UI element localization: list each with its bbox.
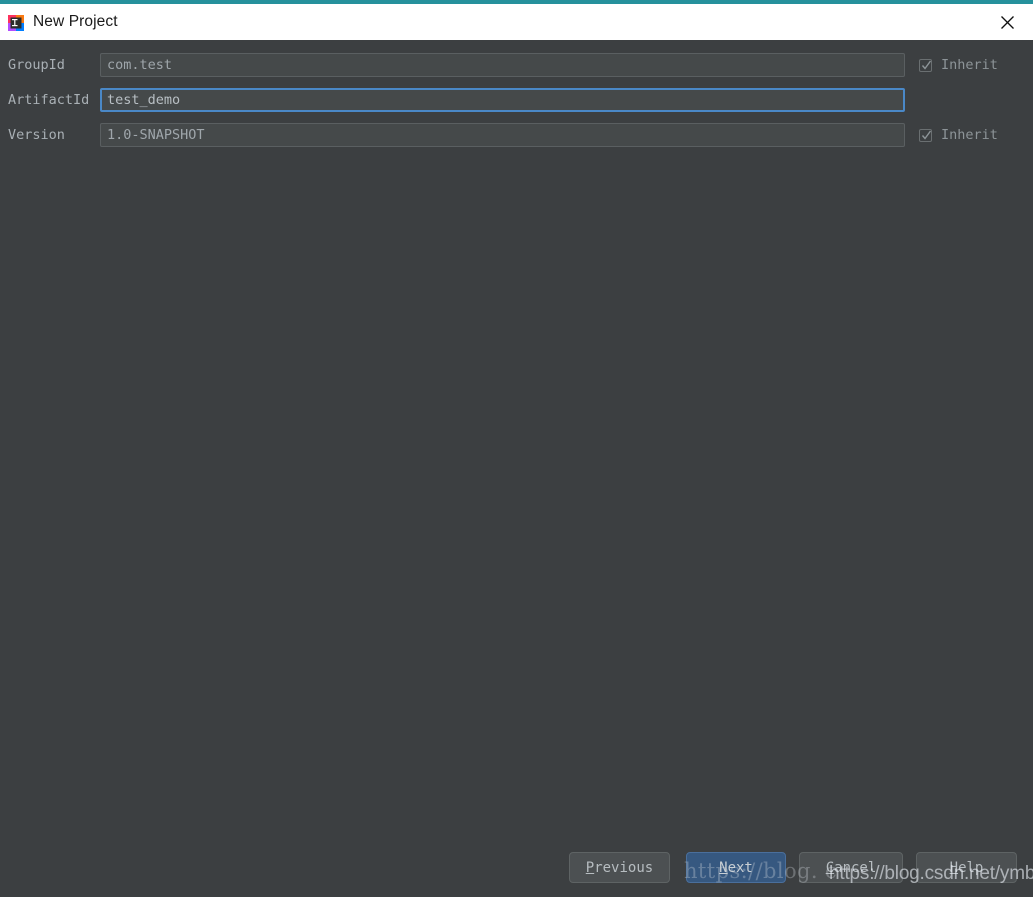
groupid-inherit-label: Inherit [941, 57, 998, 73]
cancel-button[interactable]: Cancel [799, 852, 903, 883]
cancel-button-label: ancel [834, 859, 877, 876]
intellij-idea-icon [8, 15, 24, 31]
cancel-button-mnemonic: C [825, 859, 835, 876]
form-row-groupid: GroupId Inherit [0, 53, 1033, 77]
form-row-version: Version Inherit [0, 123, 1033, 147]
version-label: Version [8, 127, 65, 143]
help-button[interactable]: Help [916, 852, 1017, 883]
groupid-inherit-checkbox[interactable]: Inherit [919, 57, 998, 73]
close-icon[interactable] [989, 4, 1025, 40]
new-project-dialog: New Project GroupId Inherit [0, 0, 1033, 897]
version-inherit-checkbox[interactable]: Inherit [919, 127, 998, 143]
help-button-label: elp [958, 859, 984, 876]
artifactid-label: ArtifactId [8, 92, 90, 108]
checkbox-icon [919, 58, 932, 72]
previous-button[interactable]: Previous [569, 852, 670, 883]
artifactid-input[interactable] [100, 88, 905, 112]
title-bar: New Project [0, 4, 1033, 40]
groupid-label: GroupId [8, 57, 65, 73]
version-inherit-label: Inherit [941, 127, 998, 143]
dialog-content: GroupId Inherit ArtifactId Version [0, 40, 1033, 897]
next-button[interactable]: Next [686, 852, 786, 883]
form-row-artifactid: ArtifactId [0, 88, 1033, 112]
dialog-footer: Previous Next Cancel Help [0, 839, 1033, 897]
help-button-mnemonic: H [949, 859, 959, 876]
checkbox-icon [919, 128, 932, 142]
next-button-label: ext [727, 859, 753, 876]
previous-button-mnemonic: P [585, 859, 595, 876]
next-button-mnemonic: N [719, 859, 728, 876]
window-title: New Project [33, 13, 118, 30]
groupid-input[interactable] [100, 53, 905, 77]
version-input[interactable] [100, 123, 905, 147]
previous-button-label: revious [594, 859, 654, 876]
